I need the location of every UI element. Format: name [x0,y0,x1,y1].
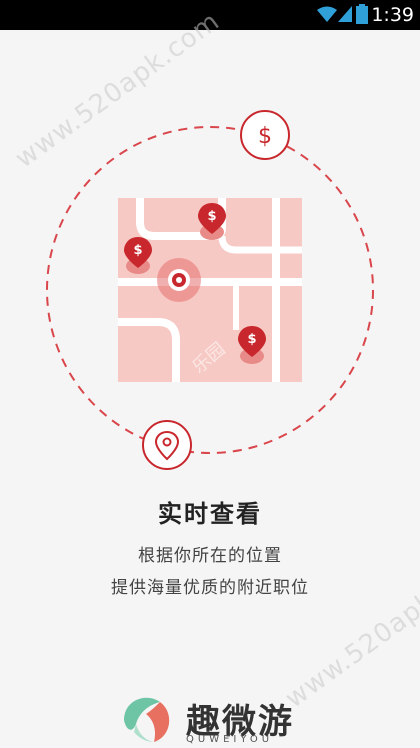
location-illustration: $ $ $ 乐园 $ [46,110,374,470]
onboarding-title: 实时查看 [158,500,262,528]
svg-text:$: $ [133,243,142,258]
map: $ $ $ 乐园 [118,198,302,382]
onboarding-line-2: 提供海量优质的附近职位 [111,578,309,598]
brand-logo: 趣微游 QUWEIYOU [116,690,316,748]
svg-text:$: $ [247,332,256,347]
logo-mark-icon [124,697,170,743]
svg-text:$: $ [258,124,272,149]
svg-text:$: $ [207,209,216,224]
brand-subtitle: QUWEIYOU [186,734,274,745]
dollar-pin-top[interactable]: $ [198,203,226,240]
current-location-marker [157,258,201,302]
dollar-pin-right[interactable]: $ [238,326,266,364]
onboarding-line-1: 根据你所在的位置 [138,546,282,566]
dollar-pin-left[interactable]: $ [124,237,152,274]
location-badge [142,420,192,470]
dollar-badge: $ [240,110,290,160]
